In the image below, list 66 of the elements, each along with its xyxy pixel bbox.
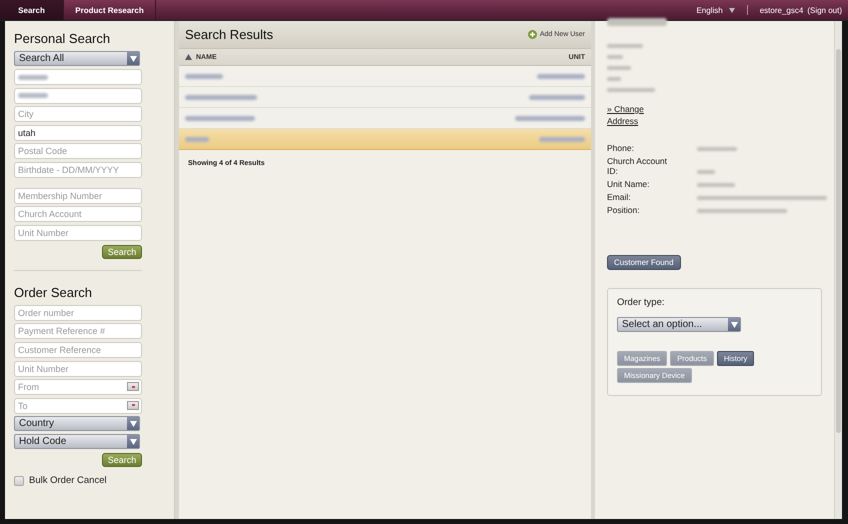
redacted-text — [607, 55, 623, 59]
input-field[interactable]: Unit Number — [14, 360, 142, 377]
redacted-text — [697, 183, 735, 187]
language-selector[interactable]: English — [696, 5, 748, 15]
checkbox[interactable] — [14, 476, 24, 486]
redacted-text — [697, 147, 737, 151]
redacted-text — [539, 136, 585, 142]
panel-title: Search Results — [185, 27, 274, 42]
field-label: Order type: — [617, 297, 666, 308]
scrollbar[interactable] — [834, 21, 842, 519]
redacted-text — [537, 74, 585, 78]
redacted-text — [697, 170, 715, 174]
input-field[interactable]: Church Account — [14, 206, 142, 222]
nav-tab[interactable]: Product Research — [64, 0, 156, 20]
change-address-link[interactable]: » Change Address — [607, 103, 655, 127]
result-row[interactable] — [179, 129, 591, 150]
redacted-text — [18, 93, 48, 98]
input-field[interactable]: From — [14, 379, 142, 396]
input-field[interactable]: City — [14, 106, 142, 122]
input-field[interactable] — [14, 88, 142, 104]
redacted-text — [185, 116, 255, 120]
dropdown[interactable]: Hold Code — [14, 434, 140, 450]
input-field[interactable]: Membership Number — [14, 188, 142, 204]
sort-ascending-icon — [185, 54, 192, 60]
detail-label: Email: — [607, 192, 632, 202]
detail-label: Position: — [607, 205, 641, 215]
input-field[interactable]: Customer Reference — [14, 342, 142, 358]
caret-icon — [127, 417, 139, 430]
redacted-text — [185, 74, 223, 78]
dropdown[interactable]: Select an option... — [617, 317, 741, 332]
caret-icon — [127, 435, 139, 448]
plus-circle-icon — [528, 30, 537, 39]
input-field[interactable]: Postal Code — [14, 143, 142, 160]
dropdown[interactable]: Country — [14, 416, 140, 432]
redacted-text — [185, 136, 209, 142]
detail-label: Unit Name: — [607, 179, 651, 189]
redacted-text — [607, 88, 655, 92]
redacted-text — [607, 66, 631, 70]
redacted-text — [607, 44, 643, 48]
section-title: Order Search — [14, 284, 92, 300]
section-title: Personal Search — [14, 31, 110, 46]
input-field[interactable]: To — [14, 398, 142, 414]
redacted-text — [607, 77, 621, 81]
input-field[interactable]: Birthdate - DD/MM/YYYY — [14, 162, 142, 178]
detail-label: Phone: — [607, 143, 635, 153]
caret-icon — [728, 318, 740, 331]
checkbox-label: Bulk Order Cancel — [29, 475, 107, 486]
detail-label: Church Account ID: — [607, 156, 668, 176]
redacted-text — [515, 116, 585, 120]
username: estore_gsc4 — [760, 6, 804, 14]
calendar-icon[interactable] — [127, 382, 139, 392]
dropdown[interactable]: Search All — [14, 51, 140, 66]
customer-found-button[interactable]: Customer Found — [607, 255, 681, 270]
nav-tab[interactable]: Search — [0, 0, 64, 20]
redacted-text — [18, 74, 48, 80]
redacted-text — [185, 94, 257, 100]
input-field[interactable]: Order number — [14, 304, 142, 321]
input-field[interactable]: utah — [14, 124, 142, 141]
sign-out-link[interactable]: (Sign out) — [807, 6, 842, 14]
redacted-text — [607, 18, 667, 26]
input-field[interactable]: Unit Number — [14, 224, 142, 241]
caret-icon — [728, 8, 735, 12]
caret-icon — [127, 52, 139, 65]
redacted-text — [529, 94, 585, 100]
input-field[interactable] — [14, 69, 142, 85]
input-field[interactable]: Payment Reference # — [14, 323, 142, 340]
